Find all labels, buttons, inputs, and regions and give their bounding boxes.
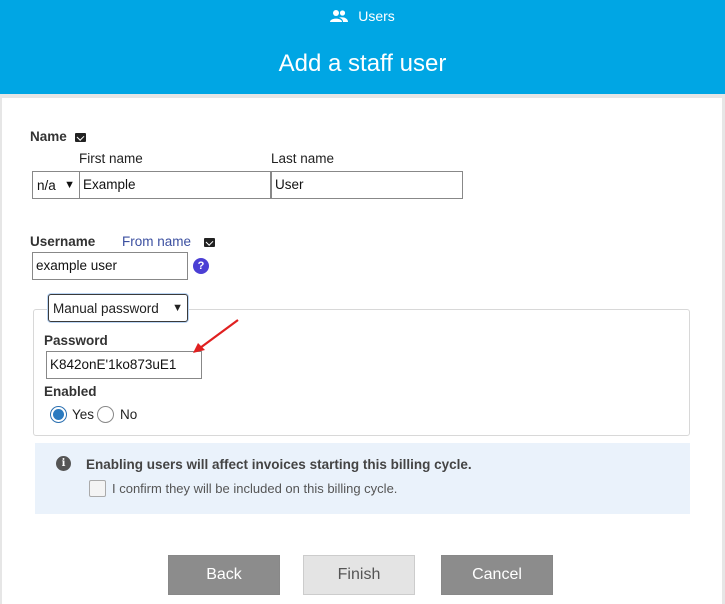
checked-icon <box>75 133 86 142</box>
annotation-arrow <box>193 319 239 353</box>
confirm-billing-label[interactable]: I confirm they will be included on this … <box>112 481 397 496</box>
cancel-button[interactable]: Cancel <box>441 555 553 595</box>
enabled-no-label[interactable]: No <box>120 407 137 422</box>
help-icon[interactable]: ? <box>193 258 209 274</box>
last-name-input[interactable]: User <box>271 171 463 199</box>
page-title: Add a staff user <box>278 50 447 77</box>
last-name-label: Last name <box>271 151 335 166</box>
password-input[interactable]: K842onE'1ko873uE1 <box>46 351 202 379</box>
page-header: Users Add a staff user <box>0 0 725 94</box>
password-label: Password <box>44 333 108 348</box>
from-name-checkbox-icon[interactable] <box>204 238 215 247</box>
finish-button[interactable]: Finish <box>303 555 415 595</box>
first-name-label: First name <box>79 151 143 166</box>
username-input[interactable]: example user <box>32 252 188 280</box>
back-button[interactable]: Back <box>168 555 280 595</box>
from-name-link[interactable]: From name <box>122 234 191 249</box>
form-card: Name First name Last name n/a ▼ Example … <box>2 98 722 604</box>
username-label: Username <box>30 234 96 249</box>
billing-info-message: Enabling users will affect invoices star… <box>86 457 472 472</box>
info-icon: i <box>56 456 71 471</box>
name-label: Name <box>30 129 67 144</box>
confirm-billing-checkbox[interactable] <box>89 480 106 497</box>
breadcrumb-users[interactable]: Users <box>358 8 395 24</box>
name-title-value: n/a <box>37 177 56 193</box>
enabled-no-radio[interactable] <box>97 406 114 423</box>
name-title-select[interactable]: n/a ▼ <box>32 171 80 199</box>
users-icon <box>330 10 349 22</box>
enabled-yes-label[interactable]: Yes <box>72 407 94 422</box>
billing-info-box: i Enabling users will affect invoices st… <box>35 443 690 514</box>
enabled-yes-radio[interactable] <box>50 406 67 423</box>
chevron-down-icon: ▼ <box>64 179 75 191</box>
chevron-down-icon: ▼ <box>172 302 183 314</box>
password-mode-value: Manual password <box>53 300 159 316</box>
enabled-label: Enabled <box>44 384 97 399</box>
password-mode-select[interactable]: Manual password ▼ <box>48 294 188 322</box>
breadcrumb[interactable]: Users <box>0 8 725 24</box>
first-name-input[interactable]: Example <box>79 171 271 199</box>
